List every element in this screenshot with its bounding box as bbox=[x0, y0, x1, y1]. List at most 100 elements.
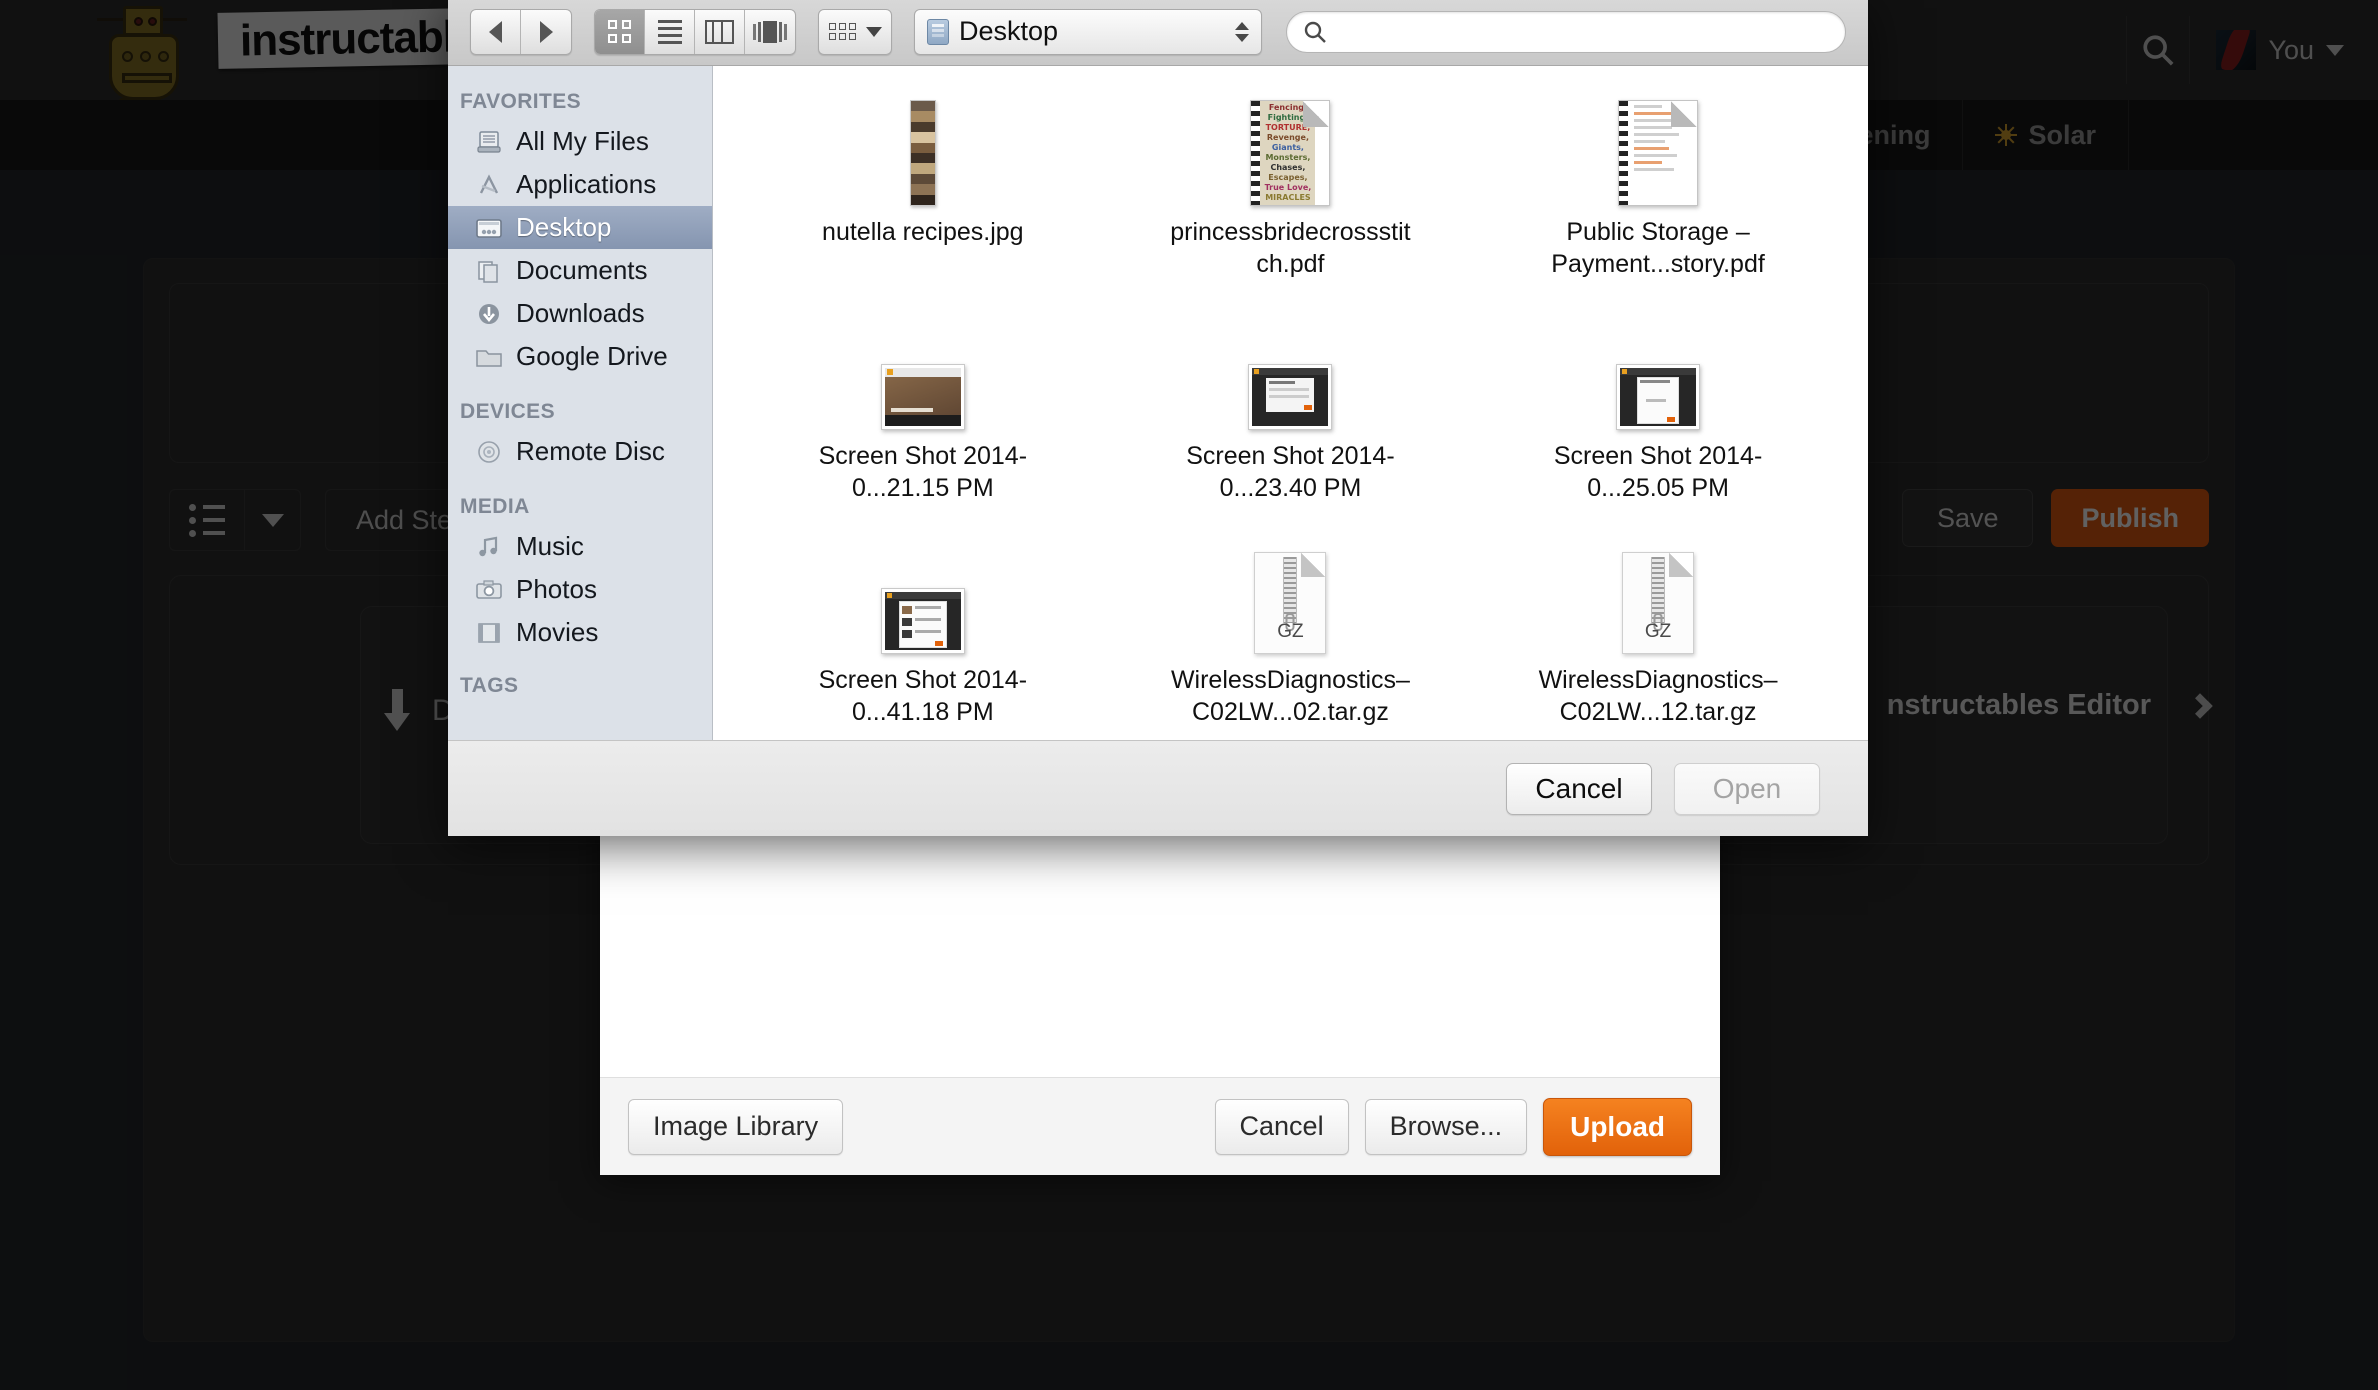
file-item[interactable]: Screen Shot 2014-0...41.18 PM bbox=[739, 532, 1107, 740]
pdf-icon: Fencing, Fighting, TORTURE, Revenge, Gia… bbox=[1250, 100, 1330, 206]
step-list-button[interactable] bbox=[169, 489, 245, 551]
arrow-down-icon bbox=[384, 689, 410, 733]
search-icon bbox=[1303, 20, 1327, 44]
image-library-button[interactable]: Image Library bbox=[628, 1099, 843, 1155]
header-right-group: You bbox=[2126, 0, 2378, 100]
editor-link-label: nstructables Editor bbox=[1887, 689, 2151, 722]
coverflow-view-icon[interactable] bbox=[745, 10, 795, 54]
gz-archive-icon: GZ bbox=[1254, 552, 1326, 654]
upload-label: Upload bbox=[1570, 1111, 1665, 1143]
browse-label: Browse... bbox=[1390, 1111, 1503, 1142]
photo-strip-icon bbox=[910, 100, 936, 206]
file-item[interactable]: Screen Shot 2014-0...21.15 PM bbox=[739, 308, 1107, 532]
sidebar-item-music[interactable]: Music bbox=[448, 525, 712, 568]
sidebar-item-label: Photos bbox=[516, 574, 597, 605]
file-thumbnail: Fencing, Fighting, TORTURE, Revenge, Gia… bbox=[1250, 90, 1330, 206]
nav-segmented-control bbox=[470, 9, 572, 55]
file-item[interactable]: Fencing, Fighting, TORTURE, Revenge, Gia… bbox=[1107, 84, 1475, 308]
finder-open-button[interactable]: Open bbox=[1674, 763, 1820, 815]
sidebar-item-documents[interactable]: Documents bbox=[448, 249, 712, 292]
upload-footer-actions: Cancel Browse... Upload bbox=[1215, 1098, 1692, 1156]
path-popup-button[interactable]: Desktop bbox=[914, 9, 1262, 55]
file-name: Screen Shot 2014-0...23.40 PM bbox=[1165, 440, 1415, 504]
sidebar-item-downloads[interactable]: Downloads bbox=[448, 292, 712, 335]
upload-button[interactable]: Upload bbox=[1543, 1098, 1692, 1156]
documents-icon bbox=[474, 258, 504, 284]
sidebar-item-all-my-files[interactable]: All My Files bbox=[448, 120, 712, 163]
finder-footer: Cancel Open bbox=[448, 740, 1868, 836]
finder-open-label: Open bbox=[1713, 773, 1782, 805]
browse-button[interactable]: Browse... bbox=[1365, 1099, 1528, 1155]
upload-cancel-label: Cancel bbox=[1240, 1111, 1324, 1142]
action-menu-control[interactable] bbox=[818, 9, 892, 55]
sidebar-item-label: Downloads bbox=[516, 298, 645, 329]
sidebar-item-photos[interactable]: Photos bbox=[448, 568, 712, 611]
file-name: nutella recipes.jpg bbox=[822, 216, 1024, 248]
view-mode-segmented-control bbox=[594, 9, 796, 55]
nav-spacer bbox=[2128, 100, 2378, 170]
sun-icon bbox=[1995, 124, 2017, 146]
finder-sidebar: FAVORITES All My Files bbox=[448, 66, 713, 740]
file-item[interactable]: GZ WirelessDiagnostics–C02LW...02.tar.gz bbox=[1107, 532, 1475, 740]
chevron-down-icon bbox=[2326, 45, 2344, 56]
image-library-label: Image Library bbox=[653, 1111, 818, 1142]
screenshot-icon bbox=[881, 588, 965, 654]
sidebar-header-favorites: FAVORITES bbox=[448, 80, 712, 120]
sidebar-item-movies[interactable]: Movies bbox=[448, 611, 712, 654]
chevron-down-icon bbox=[262, 514, 284, 527]
gz-archive-icon: GZ bbox=[1622, 552, 1694, 654]
finder-open-dialog: Desktop FAVORITES bbox=[448, 0, 1868, 836]
column-view-icon[interactable] bbox=[695, 10, 745, 54]
desktop-icon bbox=[474, 215, 504, 241]
avatar bbox=[2216, 30, 2256, 70]
sidebar-item-label: Movies bbox=[516, 617, 598, 648]
grid-view-icon[interactable] bbox=[595, 10, 645, 54]
path-label: Desktop bbox=[959, 16, 1225, 47]
finder-file-grid: nutella recipes.jpg Fencing, Fighting, T… bbox=[713, 66, 1868, 740]
publish-button[interactable]: Publish bbox=[2051, 489, 2209, 547]
file-item[interactable]: Public Storage – Payment...story.pdf bbox=[1474, 84, 1842, 308]
forward-arrow-icon[interactable] bbox=[521, 10, 571, 54]
save-label: Save bbox=[1937, 503, 1999, 534]
sidebar-item-label: Desktop bbox=[516, 212, 611, 243]
file-item[interactable]: GZ WirelessDiagnostics–C02LW...12.tar.gz bbox=[1474, 532, 1842, 740]
search-icon[interactable] bbox=[2126, 16, 2190, 84]
screenshot-icon bbox=[1248, 364, 1332, 430]
screenshot-icon bbox=[1616, 364, 1700, 430]
step-list-dropdown[interactable] bbox=[245, 489, 301, 551]
finder-cancel-label: Cancel bbox=[1535, 773, 1622, 805]
action-gear-icon[interactable] bbox=[819, 10, 891, 54]
sidebar-item-remote-disc[interactable]: Remote Disc bbox=[448, 430, 712, 473]
file-thumbnail bbox=[1248, 314, 1332, 430]
finder-main: FAVORITES All My Files bbox=[448, 66, 1868, 740]
file-item[interactable]: Screen Shot 2014-0...25.05 PM bbox=[1474, 308, 1842, 532]
gz-badge: GZ bbox=[1623, 621, 1693, 643]
screenshot-icon bbox=[881, 364, 965, 430]
save-button[interactable]: Save bbox=[1902, 489, 2034, 547]
file-thumbnail bbox=[1616, 314, 1700, 430]
upload-cancel-button[interactable]: Cancel bbox=[1215, 1099, 1349, 1155]
account-menu[interactable]: You bbox=[2190, 16, 2378, 84]
sidebar-item-google-drive[interactable]: Google Drive bbox=[448, 335, 712, 378]
finder-cancel-button[interactable]: Cancel bbox=[1506, 763, 1652, 815]
all-my-files-icon bbox=[474, 129, 504, 155]
file-item[interactable]: Screen Shot 2014-0...23.40 PM bbox=[1107, 308, 1475, 532]
file-thumbnail bbox=[910, 90, 936, 206]
upload-modal-footer: Image Library Cancel Browse... Upload bbox=[600, 1078, 1720, 1175]
editor-help-link[interactable]: nstructables Editor bbox=[1887, 689, 2209, 722]
back-arrow-icon[interactable] bbox=[471, 10, 521, 54]
list-view-icon[interactable] bbox=[645, 10, 695, 54]
sidebar-item-applications[interactable]: Applications bbox=[448, 163, 712, 206]
nav-item-solar[interactable]: Solar bbox=[1962, 100, 2128, 170]
file-name: WirelessDiagnostics–C02LW...12.tar.gz bbox=[1533, 664, 1783, 728]
chevron-right-icon bbox=[2187, 693, 2212, 718]
gz-badge: GZ bbox=[1255, 621, 1325, 643]
sidebar-header-media: MEDIA bbox=[448, 473, 712, 525]
sidebar-item-desktop[interactable]: Desktop bbox=[448, 206, 712, 249]
file-item[interactable]: nutella recipes.jpg bbox=[739, 84, 1107, 308]
file-thumbnail bbox=[1618, 90, 1698, 206]
file-name: Screen Shot 2014-0...21.15 PM bbox=[798, 440, 1048, 504]
file-name: princessbridecrossstitch.pdf bbox=[1165, 216, 1415, 280]
stepper-icon bbox=[1235, 22, 1251, 42]
finder-search-field[interactable] bbox=[1286, 11, 1846, 53]
